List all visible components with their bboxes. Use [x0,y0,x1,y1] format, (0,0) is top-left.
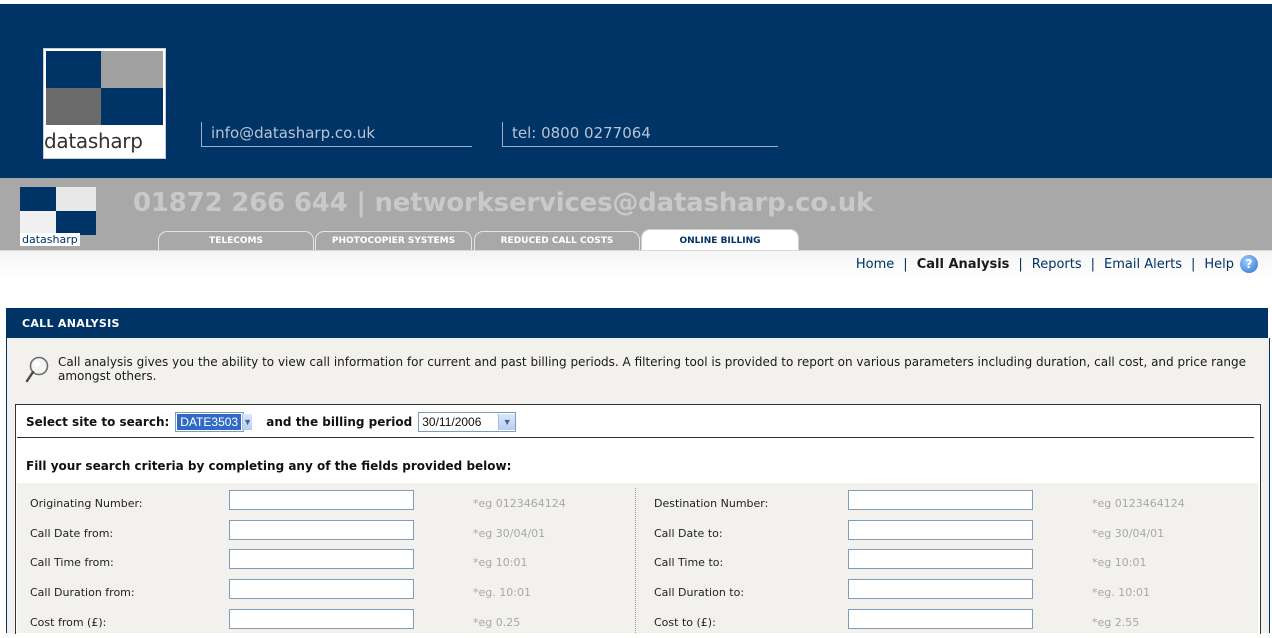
call-date-from-input[interactable] [229,520,414,540]
logo-square [56,187,96,211]
nav-separator: | [1090,256,1096,272]
datasharp-small-logo[interactable]: datasharp [20,187,96,247]
logo-square [46,51,101,88]
header-phone: tel: 0800 0277064 [502,122,778,147]
call-time-from-label: Call Time from: [30,556,114,569]
call-date-from-label: Call Date from: [30,527,114,540]
datasharp-logo[interactable]: datasharp [43,48,166,159]
call-duration-to-hint: *eg. 10:01 [1092,586,1150,599]
nav-home[interactable]: Home [856,257,894,272]
logo-square [20,187,56,211]
call-time-to-input[interactable] [848,549,1033,569]
chevron-down-icon[interactable]: ▼ [242,414,253,430]
cost-to-hint: *eg 2.55 [1092,616,1140,629]
cost-from-input[interactable] [229,609,414,629]
logo-square [101,88,163,125]
cost-from-hint: *eg 0.25 [473,616,521,629]
nav-separator: | [1190,256,1196,272]
nav-email-alerts[interactable]: Email Alerts [1104,257,1182,272]
small-logo-text: datasharp [20,233,80,246]
site-label: Select site to search: [26,415,170,429]
call-date-to-hint: *eg 30/04/01 [1092,527,1165,540]
nav-call-analysis[interactable]: Call Analysis [917,257,1010,272]
criteria-row: Originating Number: *eg 0123464124 Desti… [0,489,1272,519]
tab-reduced-call-costs[interactable]: REDUCED CALL COSTS [474,231,640,251]
period-select-value: 30/11/2006 [422,415,482,429]
criteria-row: Cost from (£): *eg 0.25 Cost to (£): *eg… [0,608,1272,638]
destination-number-input[interactable] [848,490,1033,510]
logo-square [46,88,101,125]
call-date-to-label: Call Date to: [654,527,723,540]
call-time-from-input[interactable] [229,549,414,569]
call-duration-to-label: Call Duration to: [654,586,745,599]
call-duration-to-input[interactable] [848,579,1033,599]
contact-headline: 01872 266 644 | networkservices@datashar… [133,188,874,218]
panel-title: CALL ANALYSIS [22,317,120,330]
originating-number-hint: *eg 0123464124 [473,497,566,510]
top-nav: Home | Call Analysis | Reports | Email A… [856,255,1258,273]
cost-from-label: Cost from (£): [30,616,107,629]
divider-line [17,437,1254,438]
header-email[interactable]: info@datasharp.co.uk [201,122,472,147]
magnifier-icon [25,356,49,383]
site-select-value: DATE3503 [177,414,242,430]
criteria-row: Call Date from: *eg 30/04/01 Call Date t… [0,519,1272,549]
call-date-to-input[interactable] [848,520,1033,540]
site-select[interactable]: DATE3503 ▼ [175,412,253,432]
call-duration-from-label: Call Duration from: [30,586,135,599]
nav-separator: | [1018,256,1023,272]
destination-number-label: Destination Number: [654,497,769,510]
call-time-from-hint: *eg 10:01 [473,556,528,569]
criteria-title: Fill your search criteria by completing … [26,459,512,473]
call-date-from-hint: *eg 30/04/01 [473,527,546,540]
intro-text: Call analysis gives you the ability to v… [58,355,1247,383]
call-duration-from-hint: *eg. 10:01 [473,586,531,599]
top-banner [0,4,1272,178]
logo-text: datasharp [44,129,143,153]
chevron-down-icon[interactable]: ▼ [498,414,516,430]
panel-header: CALL ANALYSIS [6,308,1268,338]
nav-reports[interactable]: Reports [1032,257,1082,272]
tab-photocopier-systems[interactable]: PHOTOCOPIER SYSTEMS [315,231,472,251]
criteria-row: Call Time from: *eg 10:01 Call Time to: … [0,548,1272,578]
period-label: and the billing period [266,415,413,429]
destination-number-hint: *eg 0123464124 [1092,497,1185,510]
logo-square [101,51,163,88]
logo-square [56,211,96,235]
call-duration-from-input[interactable] [229,579,414,599]
nav-separator: | [903,256,908,272]
help-icon[interactable]: ? [1240,255,1258,273]
originating-number-input[interactable] [229,490,414,510]
call-time-to-hint: *eg 10:01 [1092,556,1147,569]
call-time-to-label: Call Time to: [654,556,724,569]
nav-help[interactable]: Help [1204,257,1234,272]
tab-telecoms[interactable]: TELECOMS [158,231,314,251]
period-select[interactable]: 30/11/2006 ▼ [418,412,517,432]
originating-number-label: Originating Number: [30,497,143,510]
site-period-row: Select site to search: DATE3503 ▼ and th… [26,410,517,434]
cost-to-label: Cost to (£): [654,616,716,629]
logo-square [20,211,56,235]
cost-to-input[interactable] [848,609,1033,629]
criteria-row: Call Duration from: *eg. 10:01 Call Dura… [0,578,1272,608]
